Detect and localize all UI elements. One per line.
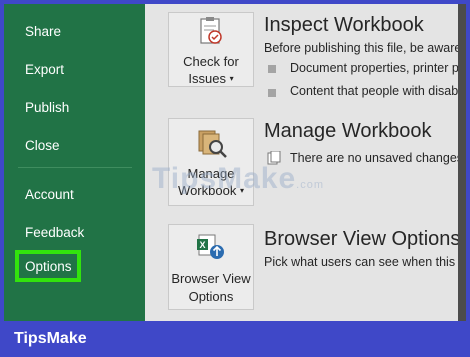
backstage-sidebar: Share Export Publish Close Account Feedb…: [4, 4, 145, 321]
inspect-bullet-2: Content that people with disab: [290, 84, 459, 98]
backstage-window: Share Export Publish Close Account Feedb…: [4, 4, 466, 321]
sidebar-item-options[interactable]: Options: [15, 250, 81, 282]
checklist-icon: [200, 17, 222, 44]
manage-workbook-title: Manage Workbook: [264, 120, 432, 142]
sidebar-item-account[interactable]: Account: [25, 187, 74, 203]
check-for-issues-label-2: Issues: [188, 71, 226, 86]
inspect-workbook-title: Inspect Workbook: [264, 14, 424, 36]
browser-view-options-desc: Pick what users can see when this: [264, 255, 456, 269]
sidebar-divider: [18, 167, 132, 168]
sidebar-item-feedback[interactable]: Feedback: [25, 225, 84, 241]
bullet-icon: [268, 65, 276, 73]
window-edge: [458, 4, 466, 321]
check-for-issues-label-1: Check for: [183, 54, 239, 69]
dropdown-caret-icon: ▾: [229, 74, 234, 83]
watermark-text: TipsMake: [152, 162, 297, 195]
inspect-bullet-1: Document properties, printer p: [290, 61, 459, 75]
brand-logo: TipsMake: [14, 330, 87, 347]
watermark: TipsMake.com: [152, 162, 324, 196]
browser-view-options-title: Browser View Options: [264, 228, 461, 250]
browser-view-options-button[interactable]: X Browser View Options: [168, 224, 254, 310]
inspect-workbook-desc: Before publishing this file, be aware: [264, 41, 462, 55]
document-magnifier-icon: [198, 130, 227, 158]
browser-view-options-label-2: Options: [188, 289, 234, 304]
check-for-issues-button[interactable]: Check for Issues ▾: [168, 12, 254, 87]
sidebar-item-share[interactable]: Share: [25, 24, 61, 40]
browser-view-options-label-1: Browser View: [171, 271, 251, 286]
watermark-suffix: .com: [296, 179, 325, 191]
svg-text:X: X: [200, 240, 206, 250]
sidebar-item-export[interactable]: Export: [25, 62, 64, 78]
sidebar-item-close[interactable]: Close: [25, 138, 60, 154]
sidebar-item-publish[interactable]: Publish: [25, 100, 69, 116]
bullet-icon: [268, 89, 276, 97]
excel-globe-icon: X: [197, 234, 224, 259]
sidebar-item-options-label: Options: [25, 259, 72, 274]
